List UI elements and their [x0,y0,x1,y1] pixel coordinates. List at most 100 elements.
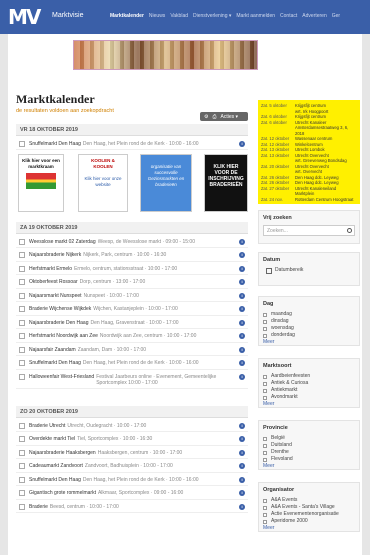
more-link[interactable]: Meer [263,401,355,407]
event-row[interactable]: Najaarsbraderie Nijkerk Nijkerk, Park, ce… [16,250,248,262]
event-name[interactable]: Snuffelmarkt Den Haag [29,477,81,483]
event-row[interactable]: Herfstmarkt Noordwijk aan Zee Noordwijk a… [16,331,248,343]
event-row[interactable]: Najaarsbraderie Haaksbergen Haaksbergen, … [16,447,248,459]
event-row[interactable]: Herfstmarkt Ermelo Ermelo, centrum, stati… [16,263,248,275]
nav-item[interactable]: Markt aanmelden [236,13,275,19]
filter-checkbox[interactable] [263,512,267,517]
event-checkbox[interactable] [19,463,25,469]
filter-option[interactable]: maandag [263,311,355,318]
event-row[interactable]: Najaarsfair Zaandam Zaandam, Dam · 10:00 … [16,344,248,356]
ad-koolen[interactable]: KOOLEN & KOOLEN Klik hier voor onze websi… [78,154,128,212]
info-icon[interactable]: i [239,422,245,429]
event-name[interactable]: Oktoberfeest Rossoar [29,279,78,285]
info-icon[interactable]: i [239,333,245,339]
filter-checkbox[interactable] [263,312,267,317]
info-icon[interactable]: i [239,476,245,483]
ad-marktkraam[interactable]: Klik hier voor een marktkraam [18,154,64,212]
info-icon[interactable]: i [239,449,245,456]
filter-option[interactable]: A&A Events [263,497,355,504]
info-icon[interactable]: i [239,306,245,312]
event-row[interactable]: Gigantisch grote rommelmarkt Alkmaar, Spo… [16,488,248,500]
filter-checkbox[interactable] [263,505,267,510]
event-name[interactable]: Gigantisch grote rommelmarkt [29,490,96,496]
nav-item[interactable]: Adverteren [302,13,326,19]
event-row[interactable]: Halloweenfair West-Friesland Festival Jaa… [16,371,248,389]
info-icon[interactable]: i [239,140,245,147]
event-row[interactable]: Oktoberfeest Rossoar Dorp, centrum · 13:0… [16,277,248,289]
event-name[interactable]: Snuffelmarkt Den Haag [29,141,81,147]
info-icon[interactable]: i [239,265,245,272]
more-link[interactable]: Meer [263,463,355,469]
event-checkbox[interactable] [19,490,25,496]
date-range-field[interactable]: Datumbereik [263,267,355,274]
search-icon[interactable] [347,228,352,233]
event-name[interactable]: Overdekte markt Tiel [29,436,75,442]
event-checkbox[interactable] [19,374,25,380]
filter-option[interactable]: dinsdag [263,318,355,325]
event-name[interactable]: Weesslose markt 02 Zaterdag [29,239,96,245]
highlight-event[interactable]: Zat. 24 nov. Rotterdam Centrum Hoogstraat [261,197,357,203]
info-icon[interactable]: i [239,279,245,285]
event-checkbox[interactable] [19,449,25,456]
more-link[interactable]: Meer [263,525,355,531]
info-icon[interactable]: i [239,252,245,258]
nav-item[interactable]: Marktkalender [110,13,144,19]
event-checkbox[interactable] [19,279,25,285]
event-checkbox[interactable] [19,503,25,510]
nav-item[interactable]: Ger [332,13,340,19]
filter-option[interactable]: Duitsland [263,442,355,449]
event-name[interactable]: Snuffelmarkt Den Haag [29,360,81,366]
event-name[interactable]: Braderie Wijchense Wijkdek [29,306,91,312]
event-name[interactable]: Cadeaumarkt Zandvoort [29,463,83,469]
event-name[interactable]: Najaarsbraderie Den Haag [29,320,88,326]
event-checkbox[interactable] [19,238,25,245]
info-icon[interactable]: i [239,490,245,496]
event-checkbox[interactable] [19,265,25,272]
event-row[interactable]: Braderie Utrecht Utrecht, Oudegracht · 10… [16,420,248,432]
event-checkbox[interactable] [19,476,25,483]
event-name[interactable]: Braderie [29,504,48,510]
event-row[interactable]: Snuffelmarkt Den Haag Den Haag, het Plein… [16,138,248,150]
info-icon[interactable]: i [239,360,245,366]
event-name[interactable]: Najaarsfair Zaandam [29,347,76,353]
site-logo[interactable]: MV [8,5,44,29]
info-icon[interactable]: i [239,319,245,326]
filter-checkbox[interactable] [263,381,267,386]
info-icon[interactable]: i [239,292,245,299]
event-name[interactable]: Najaarsbraderie Haaksbergen [29,450,96,456]
filter-checkbox[interactable] [263,374,267,379]
info-icon[interactable]: i [239,374,245,380]
filter-checkbox[interactable] [263,450,267,455]
event-checkbox[interactable] [19,319,25,326]
event-row[interactable]: Najaarsbraderie Den Haag Den Haag, Graven… [16,317,248,329]
highlight-event[interactable]: Amsterdamsestraatweg 3, 6, 2018 [261,125,357,136]
actions-dropdown[interactable]: Acties ▾ [221,114,239,120]
filter-option[interactable]: Aardbeienfeesten [263,373,355,380]
filter-checkbox[interactable] [263,319,267,324]
event-row[interactable]: Overdekte markt Tiel Tiel, Sportcomplex ·… [16,434,248,446]
nav-item[interactable]: Dienstverlening ▾ [193,13,231,19]
site-brand[interactable]: Marktvisie [52,12,84,19]
filter-option[interactable]: donderdag [263,332,355,339]
more-link[interactable]: Meer [263,339,355,345]
print-icon[interactable]: ⎙ [212,114,216,120]
event-row[interactable]: Snuffelmarkt Den Haag Den Haag, het Plein… [16,474,248,486]
filter-checkbox[interactable] [263,443,267,448]
event-checkbox[interactable] [19,436,25,442]
nav-item[interactable]: Vakblad [170,13,188,19]
filter-checkbox[interactable] [263,519,267,524]
info-icon[interactable]: i [239,436,245,442]
event-checkbox[interactable] [19,140,25,147]
info-icon[interactable]: i [239,463,245,469]
filter-checkbox[interactable] [263,388,267,393]
filter-option[interactable]: Avondmarkt [263,394,355,401]
event-name[interactable]: Herfstmarkt Noordwijk aan Zee [29,333,98,339]
filter-option[interactable]: Actie Evenementenorganisatie [263,511,355,518]
event-row[interactable]: Weesslose markt 02 Zaterdag Weesp, de Wee… [16,236,248,248]
filter-option[interactable]: Drenthe [263,449,355,456]
event-checkbox[interactable] [19,252,25,258]
event-name[interactable]: Herfstmarkt Ermelo [29,266,72,272]
filter-checkbox[interactable] [263,326,267,331]
event-checkbox[interactable] [19,333,25,339]
actions-toolbar[interactable]: ⚙ ⎙ Acties ▾ [200,112,248,121]
